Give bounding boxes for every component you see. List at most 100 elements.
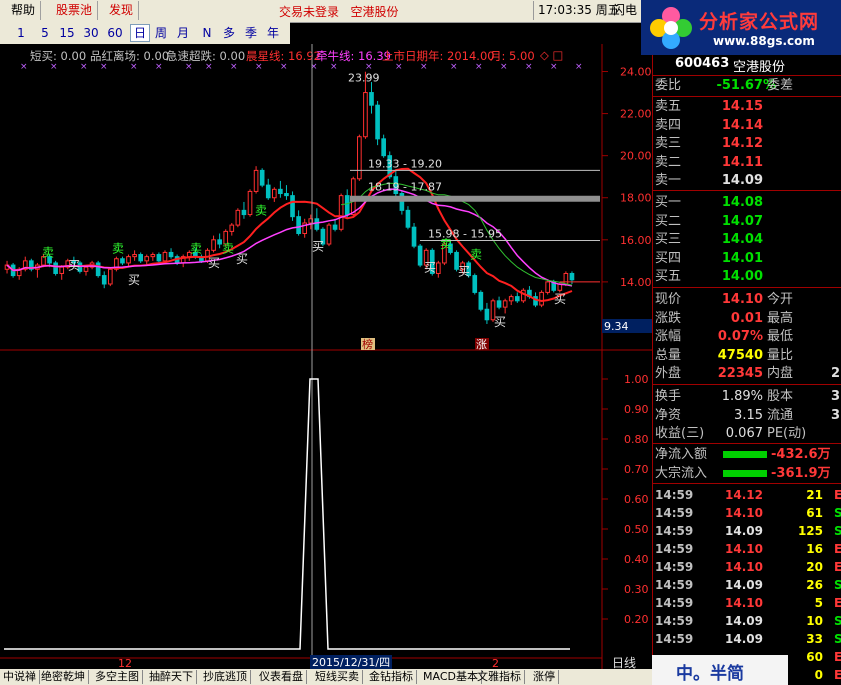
indicator-tab[interactable]: 抄底逃顶	[200, 670, 251, 684]
period-toolbar: 1 5 15 30 60 日周月 N 多季年	[0, 22, 290, 44]
signal-marker: ×	[80, 62, 88, 72]
candle-body	[539, 291, 544, 306]
webi-row: 委比 -51.67% 委差	[655, 78, 794, 93]
signal-marker: ×	[100, 62, 108, 72]
period-5[interactable]: 日	[130, 24, 150, 42]
indicator-tab[interactable]: 文雅指标	[474, 670, 525, 684]
ask-row[interactable]: 卖一 14.09	[653, 172, 841, 190]
candle-body	[563, 272, 569, 285]
signal-marker: ×	[500, 62, 508, 72]
period-0[interactable]: 1	[12, 25, 30, 41]
price-axis-label: 18.00	[620, 192, 652, 205]
menu-stock-pool[interactable]: 股票池	[51, 1, 99, 20]
candle-body	[369, 92, 374, 106]
period-3[interactable]: 30	[82, 25, 100, 41]
kline-chart[interactable]: 24.0022.0020.0018.0016.0014.0012.009.341…	[0, 44, 652, 669]
period-11[interactable]: 年	[264, 25, 282, 41]
candle-body	[357, 136, 362, 180]
period-2[interactable]: 15	[58, 25, 76, 41]
candle-body	[284, 193, 289, 197]
candle-body	[229, 224, 235, 232]
flow-row: 大宗流入 -361.9万	[655, 465, 831, 481]
signal-marker: ×	[330, 62, 338, 72]
signal-marker: ×	[255, 62, 263, 72]
indicator-tab[interactable]: 多空主图	[92, 670, 143, 684]
indicator-axis-label: 0.60	[624, 493, 649, 506]
indicator-axis-label: 0.80	[624, 433, 649, 446]
candle-body	[405, 209, 411, 228]
indicator-tab[interactable]: 短线买卖	[312, 670, 363, 684]
bid-row[interactable]: 买一 14.08	[653, 194, 841, 212]
stat-row: 净资 3.15 流通 3	[655, 407, 841, 423]
time-axis-label: 2	[492, 657, 499, 669]
stock-code: 600463	[675, 56, 730, 71]
indicator-tabs: 中说禅 绝密乾坤 多空主图 抽醉天下 抄底逃顶 仪表看盘 短线买卖 金钻指标 MACD基本 文雅指…	[0, 669, 652, 685]
input-method-label: 中。半简	[676, 664, 744, 684]
stat-row: 外盘 22345 内盘 2	[655, 366, 841, 381]
ask-row[interactable]: 卖三 14.12	[653, 135, 841, 153]
period-1[interactable]: 5	[36, 25, 54, 41]
sell-signal: 卖	[470, 248, 482, 262]
tick-row: 14:59 14.09 125 S	[655, 524, 841, 538]
candle-body	[217, 239, 222, 245]
period-9[interactable]: 多	[220, 25, 238, 41]
candle-body	[95, 262, 101, 277]
buy-signal: 买	[208, 256, 220, 270]
candle-body	[514, 296, 520, 302]
tick-row: 14:59 14.10 61 S	[655, 506, 841, 520]
range-label: 19.33 - 19.20	[368, 157, 442, 170]
candle-body	[484, 308, 490, 321]
indicator-tab[interactable]: 绝密乾坤	[38, 670, 89, 684]
indicator-axis-label: 0.20	[624, 613, 649, 626]
logo-title: 分析家公式网	[699, 11, 820, 33]
indicator-tab[interactable]: 中说禅	[0, 670, 40, 684]
period-6[interactable]: 周	[152, 25, 170, 41]
indicator-tab[interactable]: MACD基本	[420, 670, 482, 684]
signal-marker: ×	[310, 62, 318, 72]
indicator-tab[interactable]: 金钻指标	[366, 670, 417, 684]
buy-signal: 买	[494, 315, 506, 329]
period-7[interactable]: 月	[174, 25, 192, 41]
candle-body	[278, 188, 283, 195]
candle-body	[247, 190, 253, 216]
indicator-axis-label: 0.30	[624, 583, 649, 596]
ask-row[interactable]: 卖四 14.14	[653, 117, 841, 135]
menu-help[interactable]: 帮助	[6, 1, 42, 20]
ask-row[interactable]: 卖五 14.15	[653, 98, 841, 116]
candle-body	[375, 104, 380, 140]
price-axis-label: 22.00	[620, 108, 652, 121]
bid-row[interactable]: 买三 14.04	[653, 231, 841, 249]
candle-body	[101, 275, 107, 285]
indicator-tab[interactable]: 仪表看盘	[256, 670, 307, 684]
stock-name: 空港股份	[733, 60, 786, 75]
bid-row[interactable]: 买四 14.01	[653, 250, 841, 268]
bid-row[interactable]: 买二 14.07	[653, 213, 841, 231]
candle-body	[138, 254, 143, 262]
indicator-axis-label: 0.40	[624, 553, 649, 566]
range-label: 18.19 - 17.87	[368, 181, 442, 194]
candle-body	[545, 281, 550, 293]
tag-bang: 榜	[362, 337, 373, 351]
candle-body	[496, 300, 502, 308]
candle-body	[338, 195, 344, 230]
menu-discover[interactable]: 发现	[104, 1, 140, 20]
flash-button[interactable]: 闪电	[613, 1, 637, 20]
stat-row: 涨幅 0.07% 最低	[655, 329, 794, 344]
ask-row[interactable]: 卖二 14.11	[653, 154, 841, 172]
buy-signal: 买	[554, 292, 566, 306]
site-logo: 分析家公式网 www.88gs.com	[641, 0, 841, 55]
period-8[interactable]: N	[198, 25, 216, 41]
indicator-tab[interactable]: 抽醉天下	[146, 670, 197, 684]
candle-body	[478, 291, 484, 310]
bid-row[interactable]: 买五 14.00	[653, 268, 841, 286]
period-4[interactable]: 60	[106, 25, 124, 41]
indicator-axis-label: 0.70	[624, 463, 649, 476]
candle-body	[150, 254, 156, 258]
candle-body	[235, 209, 241, 226]
candle-body	[120, 258, 125, 264]
period-10[interactable]: 季	[242, 25, 260, 41]
clock: 17:03:35 周五	[533, 1, 620, 20]
buy-signal: 买	[424, 260, 436, 274]
flow-row: 净流入额 -432.6万	[655, 447, 831, 462]
indicator-tab[interactable]: 涨停	[530, 670, 559, 684]
